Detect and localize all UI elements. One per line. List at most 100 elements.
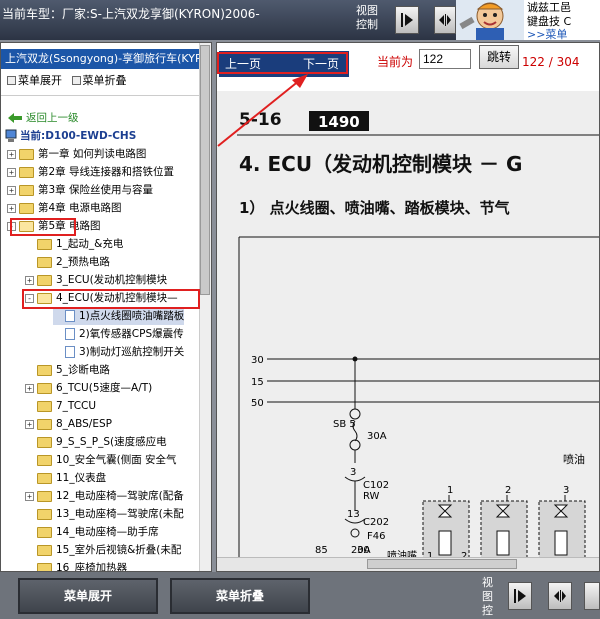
jump-button[interactable]: 跳转 <box>479 45 519 69</box>
tree-item[interactable]: + 第4章 电源电路图 <box>7 199 122 217</box>
collapse-menu-link[interactable]: 菜单折叠 <box>66 74 127 87</box>
tree-item-label: 9_S_S_P_S(速度感应电 <box>56 436 167 448</box>
expand-node-icon[interactable]: + <box>25 275 34 285</box>
expand-node-icon[interactable]: + <box>7 203 16 213</box>
c202-label: C202 <box>363 517 389 528</box>
arrows-split-icon <box>439 14 451 26</box>
relay-30-label: 30 <box>357 545 370 556</box>
diagram-subheading: 1） 点火线圈、喷油嘴、踏板模块、节气 <box>239 199 510 217</box>
tree-item-label: 8_ABS/ESP <box>56 418 112 430</box>
tree-item[interactable]: 14_电动座椅—助手席 <box>25 523 159 541</box>
tree-item[interactable]: 1)点火线圈喷油嘴踏板 <box>53 307 185 325</box>
tree-item[interactable]: 2_预热电路 <box>25 253 110 271</box>
expand-menu-button[interactable]: 菜单展开 <box>18 578 158 614</box>
folder-icon <box>19 184 34 196</box>
tree-toolbar: 菜单展开 菜单折叠 <box>1 71 211 91</box>
highlight-box-chapter5 <box>10 218 76 236</box>
tree-item[interactable]: 15_室外后视镜&折叠(未配 <box>25 541 181 559</box>
bottom-view-double-button[interactable] <box>548 582 572 610</box>
tree-item[interactable]: + 第一章 如何判读电路图 <box>7 145 146 163</box>
injector-coil-3 <box>538 500 586 561</box>
tree-item-label: 6_TCU(5速度—A/T) <box>56 382 153 394</box>
rail-15-label: 15 <box>251 377 264 388</box>
arrow-right-icon <box>514 589 526 603</box>
folder-icon <box>37 544 52 556</box>
injector-coil-2 <box>480 500 528 561</box>
divider <box>1 95 199 96</box>
folder-icon <box>37 400 52 412</box>
tree-scrollbar-thumb[interactable] <box>200 45 210 295</box>
tree-item[interactable]: +6_TCU(5速度—A/T) <box>25 379 152 397</box>
ad-box: 诚兹工邑 键盘技 C 字！ >>菜单 <box>524 0 600 42</box>
document-icon <box>65 310 75 322</box>
folder-icon <box>37 418 52 430</box>
tree-item[interactable]: 16_座椅加热器 <box>25 559 127 571</box>
tree-item[interactable]: + 第2章 导线连接器和搭铁位置 <box>7 163 174 181</box>
tree-item[interactable]: +8_ABS/ESP <box>25 415 112 433</box>
folder-icon <box>37 454 52 466</box>
expand-label: 菜单展开 <box>18 74 62 87</box>
tree-item[interactable]: 13_电动座椅—驾驶席(未配 <box>25 505 184 523</box>
tree-item-label: 14_电动座椅—助手席 <box>56 526 159 538</box>
document-hscrollbar-thumb[interactable] <box>367 559 517 569</box>
tree-item-label: 1_起动_&充电 <box>56 238 124 250</box>
expand-node-icon[interactable]: + <box>7 185 16 195</box>
collapse-menu-button[interactable]: 菜单折叠 <box>170 578 310 614</box>
tree-item-label: 7_TCCU <box>56 400 97 412</box>
bottom-view-single-button[interactable] <box>508 582 532 610</box>
injector-1-num: 1 <box>447 485 453 496</box>
expand-icon <box>7 76 16 85</box>
tree-item[interactable]: 1_起动_&充电 <box>25 235 123 253</box>
view-control-label-bottom: 视图控 <box>482 576 493 617</box>
folder-icon <box>37 526 52 538</box>
collapse-label: 菜单折叠 <box>82 74 127 87</box>
current-vehicle-title: 当前车型：厂家:S-上汽双龙享御(KYRON)2006- <box>2 7 260 21</box>
tree-item[interactable]: +12_电动座椅—驾驶席(配备 <box>25 487 184 505</box>
expand-node-icon[interactable]: + <box>25 383 34 393</box>
folder-icon <box>19 202 34 214</box>
expand-menu-link[interactable]: 菜单展开 <box>1 74 62 87</box>
tree-item[interactable]: 11_仪表盘 <box>25 469 106 487</box>
c202-pin: 13 <box>347 509 360 520</box>
tree-item[interactable]: 10_安全气囊(侧面 安全气 <box>25 451 177 469</box>
tree-item[interactable]: 9_S_S_P_S(速度感应电 <box>25 433 167 451</box>
rail-30-label: 30 <box>251 355 264 366</box>
folder-icon <box>37 364 52 376</box>
expand-node-icon[interactable]: + <box>25 419 34 429</box>
tree-item-label: 第一章 如何判读电路图 <box>38 148 147 160</box>
tree-item-label: 2_预热电路 <box>56 256 110 268</box>
tree-item[interactable]: + 第3章 保险丝使用与容量 <box>7 181 153 199</box>
tree-item-label: 10_安全气囊(侧面 安全气 <box>56 454 177 466</box>
expand-node-icon[interactable]: + <box>7 167 16 177</box>
ad-menu-link[interactable]: >>菜单 <box>527 28 597 42</box>
tree-item[interactable]: 5_诊断电路 <box>25 361 110 379</box>
page-number-input[interactable] <box>419 49 471 69</box>
tree-item-label: 第3章 保险丝使用与容量 <box>38 184 154 196</box>
tree-item[interactable]: +3_ECU(发动机控制模块 <box>25 271 167 289</box>
view-double-button[interactable] <box>434 6 456 34</box>
tree-item[interactable]: 2)氧传感器CPS爆震传 <box>53 325 184 343</box>
back-label: 返回上一级 <box>26 112 79 124</box>
back-arrow-icon <box>8 113 22 123</box>
highlight-box-pager <box>217 52 348 74</box>
tree-item[interactable]: 3)制动灯巡航控制开关 <box>53 343 184 361</box>
circuit-diagram-page: 5-16 1490 4. ECU（发动机控制模块 － G 1） 点火线圈、喷油嘴… <box>217 91 599 561</box>
tree-item-label: 5_诊断电路 <box>56 364 110 376</box>
arrow-right-icon <box>401 13 413 27</box>
ad-text: 诚兹工邑 键盘技 C 字！ <box>527 1 572 28</box>
folder-icon <box>37 274 52 286</box>
document-panel: 上一页 下一页 当前为 跳转 122 / 304 5-16 1490 4. EC… <box>216 42 600 572</box>
diagram-heading: 4. ECU（发动机控制模块 － G <box>239 152 522 176</box>
expand-node-icon[interactable]: + <box>7 149 16 159</box>
expand-node-icon[interactable]: + <box>25 491 34 501</box>
fuse-sb-label: SB 5 <box>333 419 356 430</box>
current-page-label: 当前为 <box>377 55 414 69</box>
page-count: 122 / 304 <box>522 55 580 69</box>
tree-item[interactable]: 7_TCCU <box>25 397 96 415</box>
c102-color: RW <box>363 491 380 502</box>
bottom-view-extra-button[interactable] <box>584 582 600 610</box>
back-link[interactable]: 返回上一级 <box>7 109 79 127</box>
view-single-button[interactable] <box>395 6 419 34</box>
collapse-icon <box>71 76 81 85</box>
folder-icon <box>37 490 52 502</box>
